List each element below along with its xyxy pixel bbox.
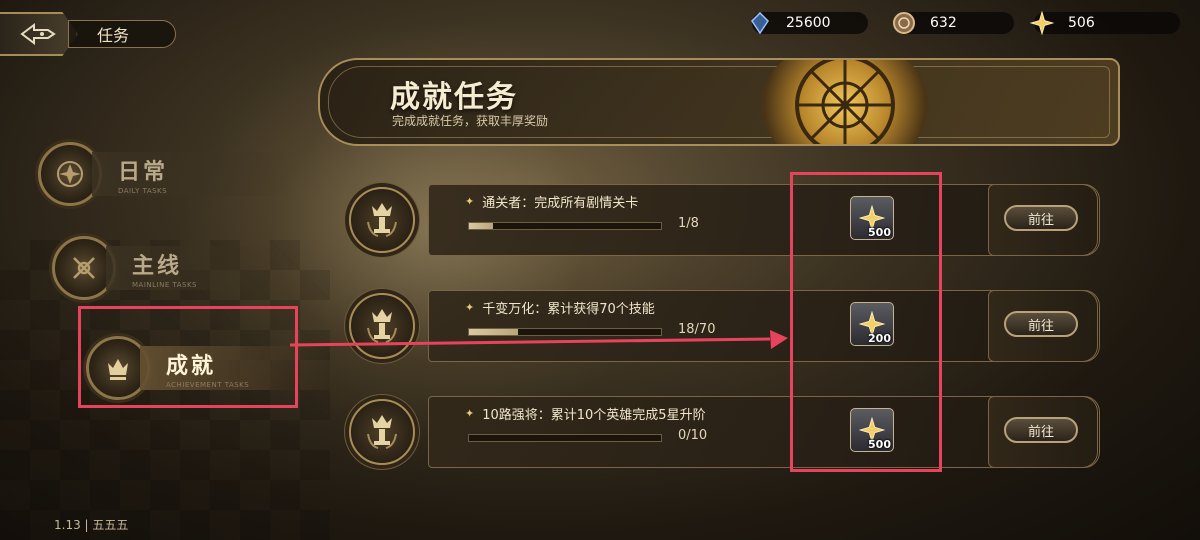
task-title-text: 千变万化：累计获得70个技能 <box>482 302 655 317</box>
sidebar-item-mainline[interactable]: 主线 MAINLINE TASKS <box>52 236 276 300</box>
blue-crystal-icon <box>746 9 774 37</box>
task-emblem <box>328 170 436 270</box>
banner-subtitle: 完成成就任务，获取丰厚奖励 <box>392 114 549 128</box>
sidebar-item-sublabel: MAINLINE TASKS <box>132 280 197 289</box>
currency-crystal: 25600 <box>751 12 868 34</box>
back-button[interactable] <box>0 12 78 56</box>
sidebar-item-sublabel: DAILY TASKS <box>118 186 168 195</box>
crown-trophy-icon <box>349 187 415 253</box>
sidebar-item-label: 日常 <box>118 158 169 185</box>
task-title: ✦ 通关者：完成所有剧情关卡 <box>465 192 638 211</box>
currency-star: 506 <box>1030 11 1180 35</box>
page-title: 任务 <box>68 20 176 48</box>
gold-star-icon <box>1028 9 1056 37</box>
annotation-box-sidebar <box>78 306 298 408</box>
task-title: ✦ 千变万化：累计获得70个技能 <box>465 298 655 317</box>
task-title: ✦ 10路强将：累计10个英雄完成5星升阶 <box>465 404 706 423</box>
sparkle-icon: ✦ <box>465 301 475 314</box>
bronze-coin-icon <box>890 9 918 37</box>
task-progress-text: 1/8 <box>678 216 699 231</box>
sidebar-label-bar: 主线 MAINLINE TASKS <box>106 246 276 290</box>
crown-trophy-icon <box>349 399 415 465</box>
achievement-banner: 成就任务 完成成就任务，获取丰厚奖励 <box>318 58 1120 146</box>
version-label: 1.13 | 五五五 <box>54 518 129 532</box>
stained-glass-window <box>760 60 930 144</box>
currency-coin: 632 <box>893 12 1014 34</box>
task-emblem <box>328 382 436 482</box>
task-emblem <box>328 276 436 376</box>
sparkle-icon: ✦ <box>465 407 475 420</box>
go-button[interactable]: 前往 <box>1004 417 1078 443</box>
sidebar-label-bar: 日常 DAILY TASKS <box>92 152 292 196</box>
annotation-arrow <box>290 330 788 349</box>
go-button[interactable]: 前往 <box>1004 311 1078 337</box>
sidebar-item-daily[interactable]: 日常 DAILY TASKS <box>38 142 292 206</box>
task-title-text: 10路强将：累计10个英雄完成5星升阶 <box>482 408 706 423</box>
task-progress-fill <box>469 223 493 229</box>
go-button[interactable]: 前往 <box>1004 205 1078 231</box>
task-row: ✦ 10路强将：累计10个英雄完成5星升阶 0/10 500 前往 <box>328 388 1118 478</box>
task-row: ✦ 通关者：完成所有剧情关卡 1/8 500 前往 <box>328 176 1118 266</box>
back-arrow-icon <box>20 23 56 45</box>
sparkle-icon: ✦ <box>465 195 475 208</box>
banner-title: 成就任务 <box>390 80 518 115</box>
task-progress-bar <box>468 222 662 230</box>
page-title-text: 任务 <box>97 26 130 45</box>
task-title-text: 通关者：完成所有剧情关卡 <box>482 196 639 211</box>
annotation-box-rewards <box>790 172 942 472</box>
task-progress-text: 0/10 <box>678 428 708 443</box>
sidebar-item-label: 主线 <box>132 252 183 279</box>
task-progress-bar <box>468 434 662 442</box>
